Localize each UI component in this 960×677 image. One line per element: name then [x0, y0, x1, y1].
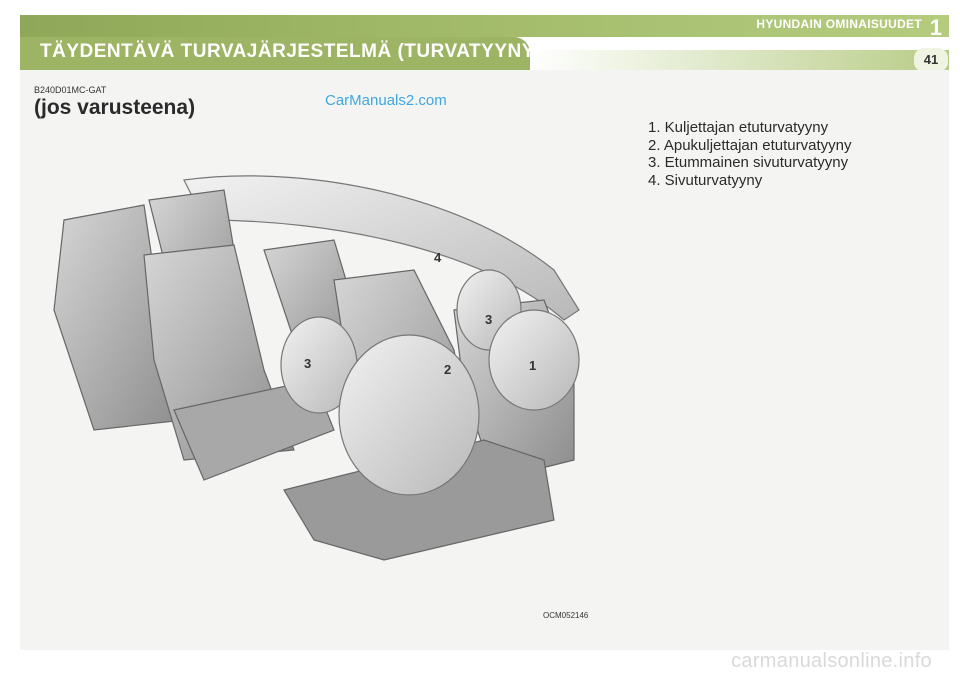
- callout-3-left: 3: [304, 356, 311, 371]
- callout-1: 1: [529, 358, 536, 373]
- chapter-title: HYUNDAIN OMINAISUUDET: [756, 17, 922, 31]
- passenger-airbag: [338, 334, 480, 496]
- legend-item: 4. Sivuturvatyyny: [648, 171, 763, 189]
- legend-item: 1. Kuljettajan etuturvatyyny: [648, 119, 829, 136]
- chapter-number: 1: [929, 15, 942, 40]
- section-title: TÄYDENTÄVÄ TURVAJÄRJESTELMÄ (TURVATYYNY): [40, 41, 542, 62]
- page-band: [530, 50, 949, 70]
- footer-watermark: carmanualsonline.info: [731, 650, 932, 672]
- callout-3-right: 3: [485, 312, 492, 327]
- figure-code: OCM052146: [543, 611, 589, 620]
- legend-item: 2. Apukuljettajan etuturvatyyny: [648, 136, 852, 154]
- airbag-legend: 1. Kuljettajan etuturvatyyny 2. Apukulje…: [648, 119, 851, 189]
- callout-2: 2: [444, 362, 451, 377]
- watermark-link[interactable]: CarManuals2.com: [325, 92, 447, 109]
- reference-code: B240D01MC-GAT: [34, 85, 107, 95]
- legend-item: 3. Etummainen sivuturvatyyny: [648, 154, 849, 171]
- page-number: 41: [914, 48, 948, 72]
- airbag-illustration: 1 2 3 3 4: [34, 160, 610, 625]
- callout-4: 4: [434, 250, 442, 265]
- airbag-illustration-svg: 1 2 3 3 4: [53, 175, 580, 561]
- subheading: (jos varusteena): [34, 96, 196, 119]
